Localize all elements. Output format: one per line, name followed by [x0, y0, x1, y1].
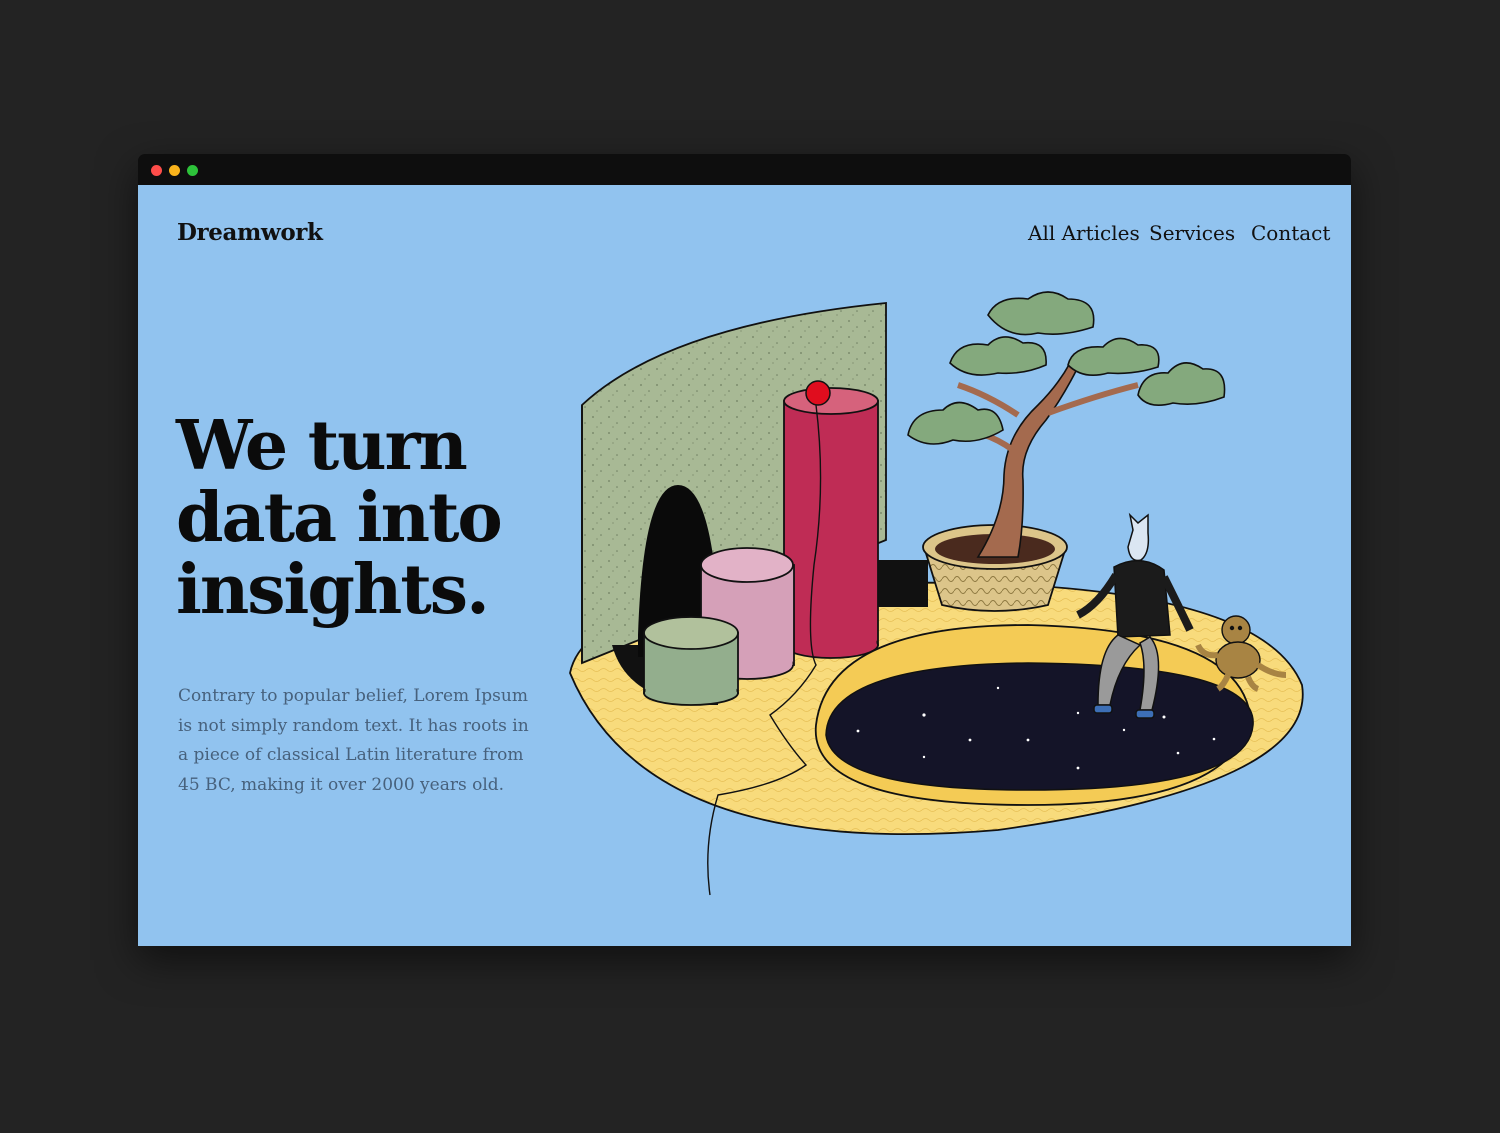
description-line: a piece of classical Latin literature fr…	[178, 745, 524, 765]
brand-logo[interactable]: Dreamwork	[177, 219, 323, 246]
hero-description: Contrary to popular belief, Lorem Ipsum …	[178, 682, 529, 800]
close-window-button[interactable]	[151, 165, 162, 176]
green-cylinder	[643, 616, 739, 706]
maximize-window-button[interactable]	[187, 165, 198, 176]
window-titlebar	[138, 154, 1351, 185]
description-line: 45 BC, making it over 2000 years old.	[178, 774, 505, 795]
red-ball	[805, 380, 831, 406]
tall-red-cylinder	[783, 387, 879, 659]
browser-window: Dreamwork All Articles Services Contact …	[138, 154, 1351, 946]
headline-line: insights.	[176, 550, 490, 630]
minimize-window-button[interactable]	[169, 165, 180, 176]
nav-contact[interactable]: Contact	[1251, 221, 1330, 245]
nav-services[interactable]: Services	[1149, 221, 1235, 245]
space-hole	[814, 624, 1254, 806]
headline-line: We turn	[176, 406, 468, 486]
landing-page: Dreamwork All Articles Services Contact …	[138, 185, 1351, 946]
description-line: Contrary to popular belief, Lorem Ipsum	[178, 686, 528, 706]
description-line: is not simply random text. It has roots …	[178, 715, 529, 736]
hero-illustration	[569, 291, 1304, 896]
headline-line: data into	[176, 478, 503, 558]
hero-headline: We turn data into insights.	[176, 410, 556, 626]
nav-all-articles[interactable]: All Articles	[1028, 221, 1140, 245]
